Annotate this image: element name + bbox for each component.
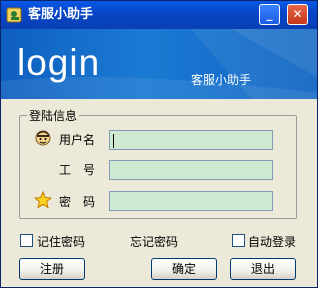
username-input[interactable] xyxy=(109,130,273,150)
password-label: 密 码 xyxy=(59,195,96,209)
register-button[interactable]: 注册 xyxy=(19,258,85,280)
close-icon: ✕ xyxy=(292,7,303,21)
user-avatar-icon xyxy=(35,130,51,146)
banner-heading: login xyxy=(17,42,101,83)
minimize-icon: _ xyxy=(266,7,273,21)
job-number-input[interactable] xyxy=(109,160,273,180)
group-title: 登陆信息 xyxy=(27,107,80,124)
star-icon xyxy=(34,191,52,209)
app-icon xyxy=(6,7,22,23)
confirm-button[interactable]: 确定 xyxy=(151,258,217,280)
auto-login-checkbox[interactable] xyxy=(232,234,245,247)
text-caret xyxy=(113,134,114,148)
password-input[interactable] xyxy=(109,191,273,211)
exit-button[interactable]: 退出 xyxy=(230,258,296,280)
close-button[interactable]: ✕ xyxy=(287,4,308,25)
login-banner: login 客服小助手 xyxy=(1,29,317,99)
job-number-label: 工 号 xyxy=(59,163,96,177)
remember-password-label[interactable]: 记住密码 xyxy=(37,233,85,250)
banner-subtitle: 客服小助手 xyxy=(191,73,252,87)
remember-password-checkbox[interactable] xyxy=(20,234,33,247)
forgot-password-link[interactable]: 忘记密码 xyxy=(130,233,178,250)
auto-login-label[interactable]: 自动登录 xyxy=(248,233,296,250)
title-bar[interactable]: 客服小助手 _ ✕ xyxy=(1,1,317,29)
minimize-button[interactable]: _ xyxy=(259,4,280,25)
username-label: 用户名 xyxy=(59,133,96,147)
window-title: 客服小助手 xyxy=(28,7,94,22)
login-window: 客服小助手 _ ✕ login 客服小助手 登陆信息 用户名 工 号 密 码 记… xyxy=(0,0,318,288)
